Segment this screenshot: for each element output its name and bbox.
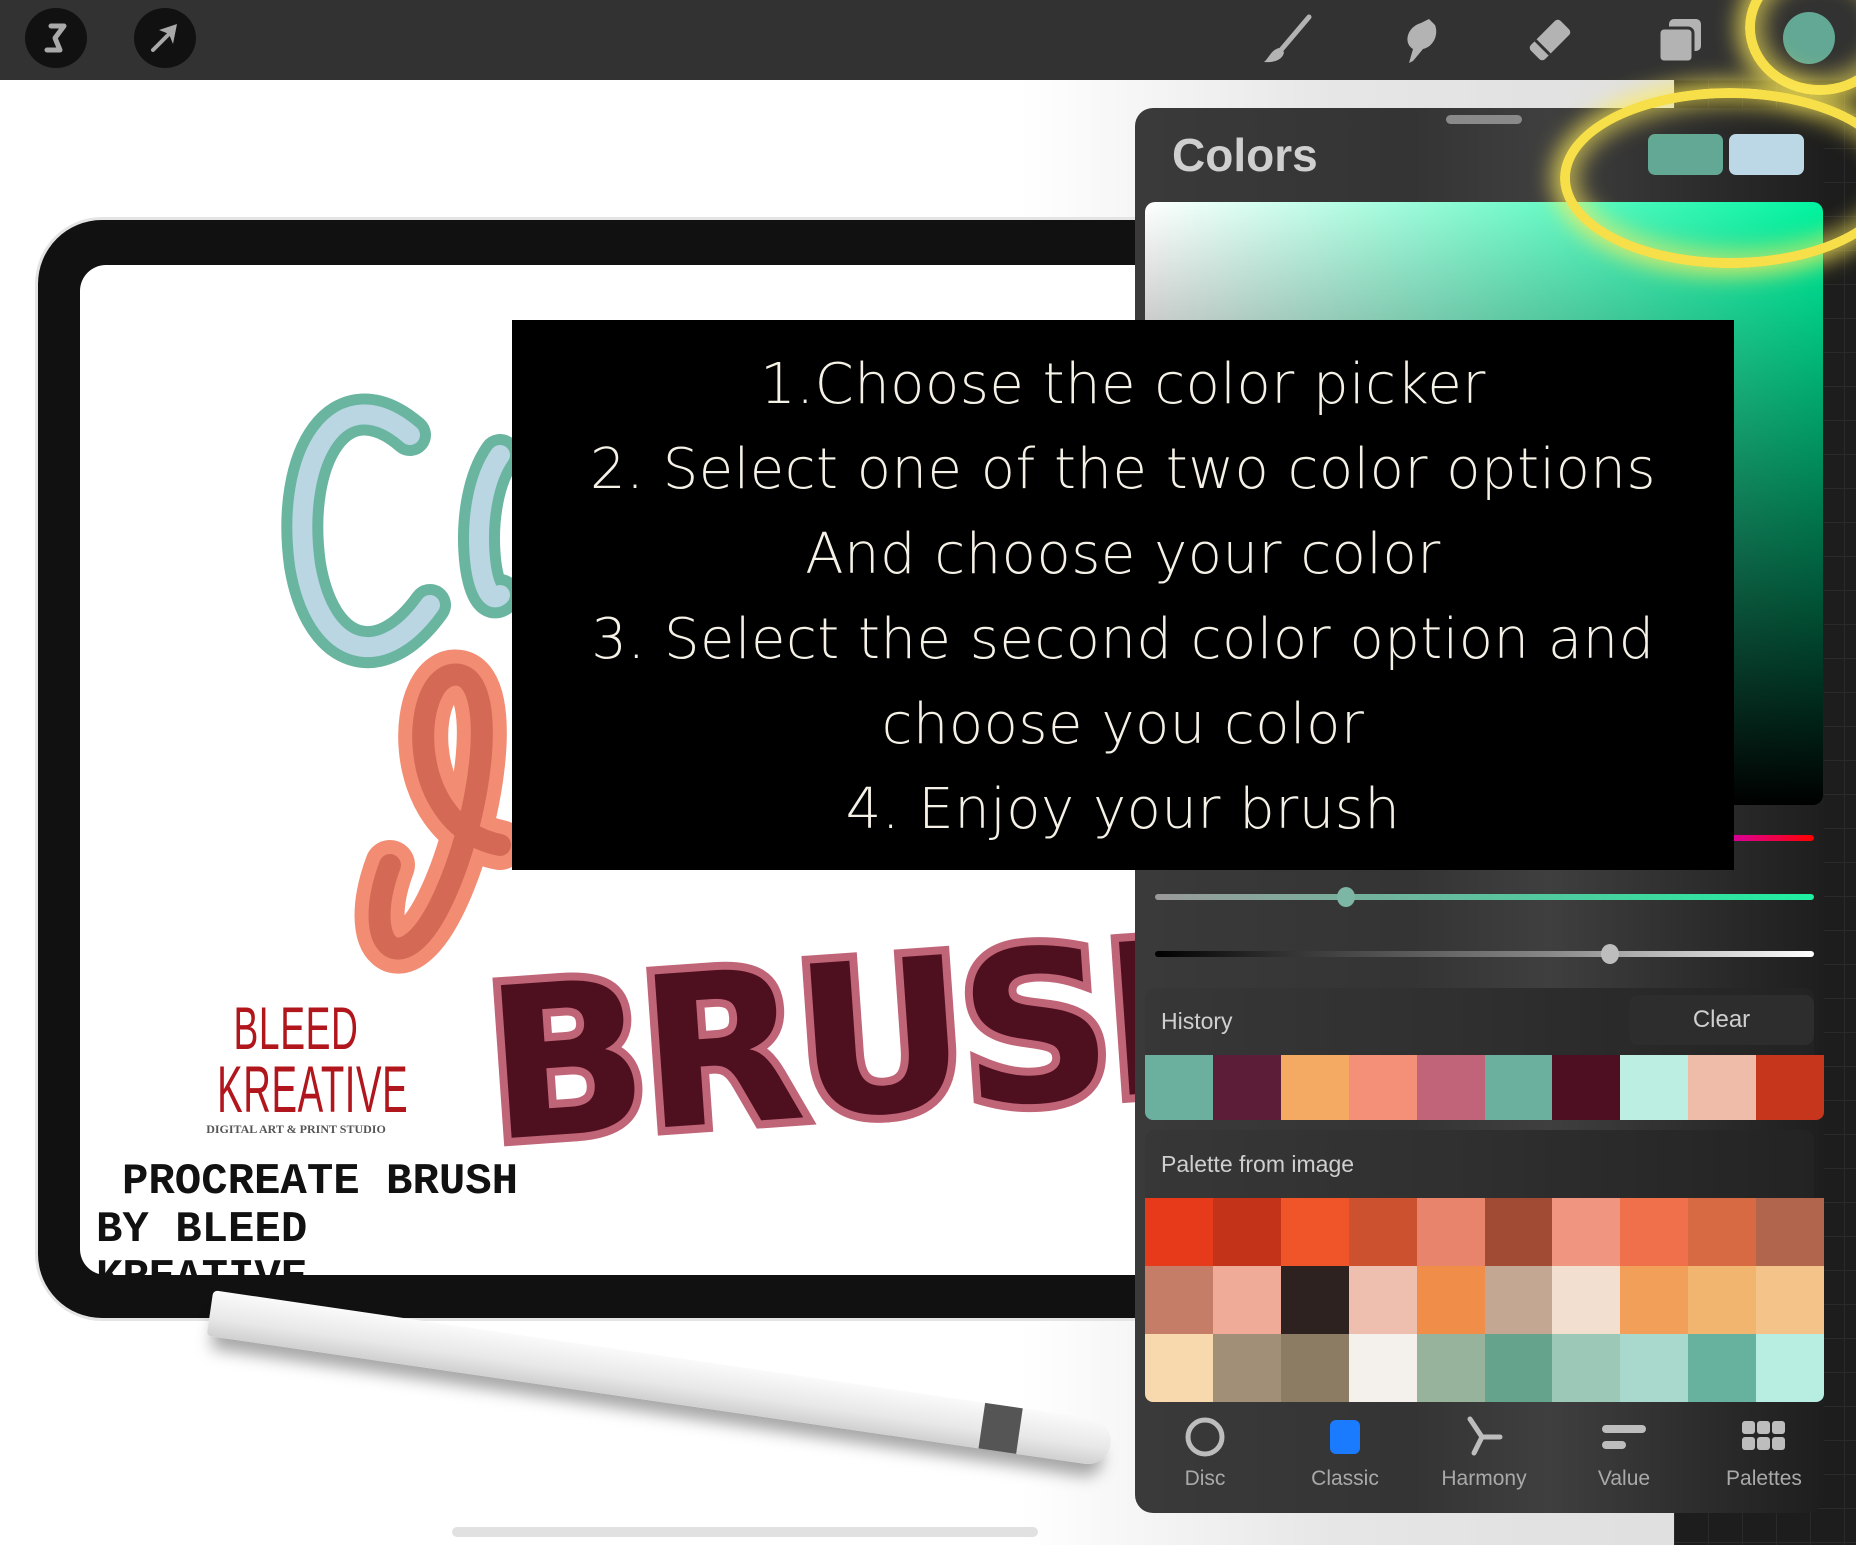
palette-swatch[interactable] <box>1348 1266 1418 1334</box>
palette-label: Palette from image <box>1161 1151 1355 1177</box>
caption-line1: PROCREATE BRUSH <box>122 1157 519 1207</box>
instruction-line: 3. Select the second color option and <box>591 607 1655 672</box>
history-swatch[interactable] <box>1688 1055 1757 1120</box>
palette-swatch[interactable] <box>1620 1198 1689 1266</box>
palette-swatch[interactable] <box>1280 1198 1350 1266</box>
palette-swatch[interactable] <box>1145 1266 1214 1334</box>
tab-harmony[interactable]: Harmony <box>1424 1415 1544 1505</box>
palette-swatch[interactable] <box>1212 1198 1282 1266</box>
tab-label: Palettes <box>1726 1467 1802 1490</box>
artwork-brush-word: BRUSH <box>471 882 1230 1197</box>
brightness-slider[interactable] <box>1155 951 1814 957</box>
layers-button[interactable] <box>1650 12 1710 68</box>
adjustments-button[interactable] <box>25 8 87 68</box>
value-icon <box>1602 1425 1646 1449</box>
tab-label: Classic <box>1311 1467 1379 1490</box>
brush-button[interactable] <box>1258 12 1318 68</box>
palette-swatch[interactable] <box>1620 1334 1689 1402</box>
brand-line1: BLEED <box>233 995 359 1062</box>
palette-grid <box>1145 1198 1824 1402</box>
palette-swatch[interactable] <box>1756 1266 1824 1334</box>
caption: PROCREATE BRUSH BY BLEED KREATIVE <box>96 1158 536 1302</box>
palette-swatch[interactable] <box>1552 1266 1621 1334</box>
panel-grabber-handle[interactable] <box>1446 115 1522 124</box>
history-swatch[interactable] <box>1348 1055 1418 1120</box>
home-indicator[interactable] <box>452 1527 1038 1537</box>
brightness-slider-knob[interactable] <box>1600 944 1619 964</box>
history-swatches <box>1145 1055 1824 1120</box>
instructions-overlay: 1.Choose the color picker 2. Select one … <box>512 320 1734 870</box>
clear-history-button[interactable]: Clear <box>1629 995 1814 1045</box>
palette-swatch[interactable] <box>1688 1266 1757 1334</box>
instruction-line: 4. Enjoy your brush <box>845 777 1401 842</box>
palette-swatch[interactable] <box>1756 1334 1824 1402</box>
selection-arrow-icon <box>151 24 177 52</box>
palette-swatch[interactable] <box>1484 1334 1553 1402</box>
history-swatch[interactable] <box>1416 1055 1485 1120</box>
tab-label: Disc <box>1184 1467 1226 1490</box>
classic-icon <box>1330 1420 1360 1454</box>
brush-icon <box>1264 14 1312 63</box>
instruction-line: choose you color <box>881 692 1365 757</box>
palette-swatch[interactable] <box>1620 1266 1689 1334</box>
layers-icon <box>1657 19 1701 64</box>
palette-swatch[interactable] <box>1484 1198 1553 1266</box>
saturation-slider-knob[interactable] <box>1337 887 1356 907</box>
history-swatch[interactable] <box>1145 1055 1214 1120</box>
palette-swatch[interactable] <box>1280 1334 1350 1402</box>
palette-swatch[interactable] <box>1416 1334 1485 1402</box>
history-label: History <box>1161 1008 1233 1034</box>
palette-swatch[interactable] <box>1348 1334 1418 1402</box>
history-swatch[interactable] <box>1756 1055 1824 1120</box>
palette-swatch[interactable] <box>1688 1334 1757 1402</box>
tab-disc[interactable]: Disc <box>1145 1415 1265 1505</box>
palette-swatch[interactable] <box>1145 1334 1214 1402</box>
color-picker-button[interactable] <box>1783 12 1835 64</box>
artwork-brush-text: BRUSH <box>479 890 1230 1189</box>
tab-label: Harmony <box>1441 1467 1527 1490</box>
tab-classic[interactable]: Classic <box>1285 1415 1405 1505</box>
eraser-icon <box>1529 19 1571 61</box>
history-swatch[interactable] <box>1212 1055 1282 1120</box>
palette-swatch[interactable] <box>1212 1266 1282 1334</box>
smudge-icon <box>1407 19 1437 63</box>
palette-swatch[interactable] <box>1416 1266 1485 1334</box>
tab-value[interactable]: Value <box>1564 1415 1684 1505</box>
palette-swatch[interactable] <box>1756 1198 1824 1266</box>
panel-title: Colors <box>1172 129 1318 181</box>
selection-button[interactable] <box>134 8 196 68</box>
palette-swatch[interactable] <box>1280 1266 1350 1334</box>
apple-pencil-band <box>978 1402 1023 1454</box>
history-swatch[interactable] <box>1484 1055 1553 1120</box>
palette-swatch[interactable] <box>1688 1198 1757 1266</box>
eraser-button[interactable] <box>1520 12 1580 68</box>
history-swatch[interactable] <box>1620 1055 1689 1120</box>
adjustments-icon <box>44 23 67 53</box>
secondary-color-swatch[interactable] <box>1729 134 1804 175</box>
palette-swatch[interactable] <box>1416 1198 1485 1266</box>
tab-label: Value <box>1597 1467 1651 1490</box>
instruction-line: 2. Select one of the two color options <box>589 437 1657 502</box>
history-swatch[interactable] <box>1280 1055 1350 1120</box>
palette-swatch[interactable] <box>1484 1266 1553 1334</box>
instruction-line: 1.Choose the color picker <box>760 352 1486 417</box>
tab-palettes[interactable]: Palettes <box>1704 1415 1824 1505</box>
caption-line2: BY BLEED KREATIVE <box>96 1205 308 1303</box>
palette-swatch[interactable] <box>1212 1334 1282 1402</box>
brand-line2: KREATIVE <box>217 1052 409 1126</box>
palettes-icon <box>1742 1421 1785 1450</box>
disc-icon <box>1185 1417 1225 1457</box>
palette-swatch[interactable] <box>1552 1334 1621 1402</box>
palette-swatch[interactable] <box>1552 1198 1621 1266</box>
smudge-button[interactable] <box>1390 12 1450 68</box>
palette-swatch[interactable] <box>1348 1198 1418 1266</box>
saturation-slider[interactable] <box>1155 894 1814 900</box>
instruction-line: And choose your color <box>805 522 1441 587</box>
history-swatch[interactable] <box>1552 1055 1621 1120</box>
harmony-icon <box>1467 1416 1503 1456</box>
palette-swatch[interactable] <box>1145 1198 1214 1266</box>
primary-color-swatch[interactable] <box>1648 134 1723 175</box>
brand-logo: BLEED KREATIVE DIGITAL ART & PRINT STUDI… <box>160 995 432 1137</box>
